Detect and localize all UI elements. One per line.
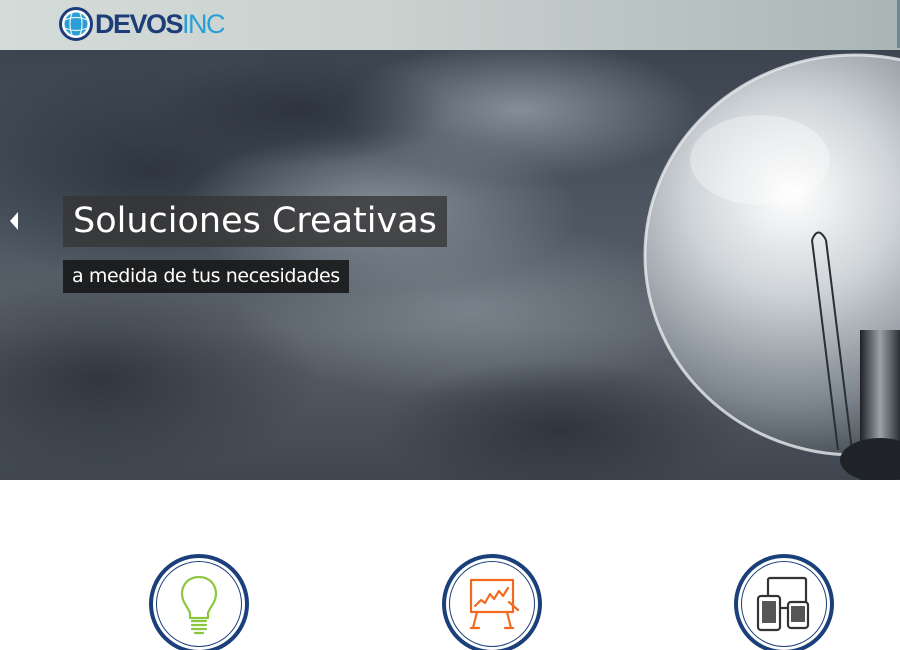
logo-text: DEVOSINC [95,8,226,39]
logo[interactable]: DEVOSINC [58,5,226,43]
devices-icon [756,576,810,632]
arrow-left-icon [10,212,18,230]
hero-slider: Soluciones Creativas a medida de tus nec… [0,50,900,480]
service-presentation-card[interactable] [442,554,542,650]
logo-text-devos: DEVOS [95,8,184,39]
service-responsive-card[interactable] [734,554,834,650]
site-header: DEVOSINC [0,0,900,50]
hero-subheadline: a medida de tus necesidades [63,260,349,293]
globe-icon [59,7,93,41]
logo-text-inc: INC [182,8,226,39]
slider-prev-arrow[interactable] [8,211,20,231]
hero-headline: Soluciones Creativas [63,196,447,247]
presentation-board-icon [469,578,520,630]
service-ideas-card[interactable] [149,554,249,650]
lightbulb-icon [180,575,218,635]
